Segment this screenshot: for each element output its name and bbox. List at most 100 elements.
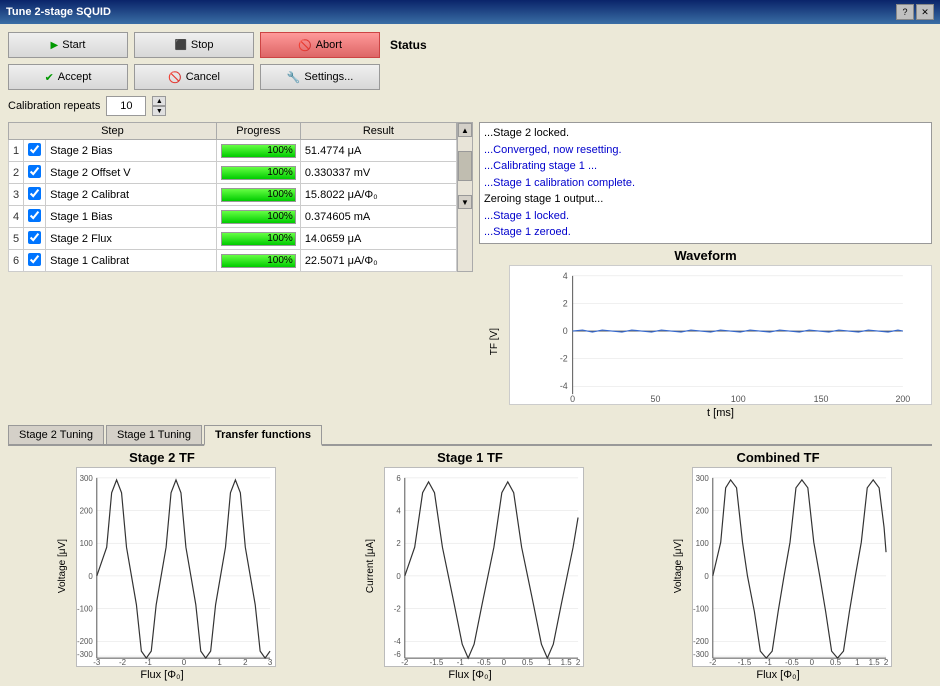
tab-stage2-tuning[interactable]: Stage 2 Tuning <box>8 425 104 444</box>
spinner-down[interactable]: ▼ <box>152 106 166 116</box>
row-name: Stage 1 Bias <box>46 206 217 228</box>
row-checkbox-cell <box>24 184 46 206</box>
svg-text:100: 100 <box>80 539 94 548</box>
row-checkbox[interactable] <box>28 231 41 244</box>
stage1-tf-title: Stage 1 TF <box>437 450 503 465</box>
svg-text:1.5: 1.5 <box>869 658 881 667</box>
cancel-icon: 🚫 <box>168 71 182 84</box>
stage2-tf-container: Stage 2 TF Voltage [μV] <box>12 450 312 681</box>
svg-text:0: 0 <box>704 571 709 580</box>
svg-text:-0.5: -0.5 <box>785 658 799 667</box>
settings-button[interactable]: 🔧 Settings... <box>260 64 380 90</box>
waveform-y-label: TF [V] <box>489 328 500 355</box>
row-checkbox[interactable] <box>28 143 41 156</box>
main-content: ▶ Start ⬛ Stop 🚫 Abort Status ✔ Accept 🚫… <box>0 24 940 686</box>
svg-text:1.5: 1.5 <box>561 658 573 667</box>
svg-text:6: 6 <box>396 473 401 482</box>
close-button[interactable]: ✕ <box>916 4 934 20</box>
waveform-section: Waveform TF [V] <box>479 248 932 419</box>
calibration-repeats-input[interactable] <box>106 96 146 116</box>
row-name: Stage 2 Calibrat <box>46 184 217 206</box>
row-progress: 100% <box>216 184 300 206</box>
scroll-up-arrow[interactable]: ▲ <box>458 123 472 137</box>
svg-text:-1: -1 <box>765 658 773 667</box>
spinner-up[interactable]: ▲ <box>152 96 166 106</box>
row-checkbox[interactable] <box>28 253 41 266</box>
svg-text:100: 100 <box>696 539 710 548</box>
waveform-chart: 4 2 0 -2 -4 0 50 100 150 200 <box>509 265 932 405</box>
svg-text:-1: -1 <box>457 658 465 667</box>
scroll-thumb[interactable] <box>458 151 472 181</box>
stage1-tf-chart-row: Current [μA] <box>356 467 584 667</box>
svg-text:-1: -1 <box>145 658 153 667</box>
row-result: 22.5071 μA/Φ₀ <box>300 250 456 272</box>
svg-text:100: 100 <box>731 394 746 404</box>
row-checkbox-cell <box>24 162 46 184</box>
scroll-down-arrow[interactable]: ▼ <box>458 195 472 209</box>
svg-text:200: 200 <box>895 394 910 404</box>
svg-text:0.5: 0.5 <box>830 658 842 667</box>
row-checkbox-cell <box>24 228 46 250</box>
stage2-x-label: Flux [Φ₀] <box>140 669 183 681</box>
row-name: Stage 1 Calibrat <box>46 250 217 272</box>
svg-text:0: 0 <box>182 658 187 667</box>
status-line: Zeroing stage 1 output... <box>484 191 927 208</box>
toolbar: ▶ Start ⬛ Stop 🚫 Abort Status <box>8 32 932 58</box>
row-num: 4 <box>9 206 24 228</box>
svg-text:-6: -6 <box>394 650 402 659</box>
table-scrollbar[interactable]: ▲ ▼ <box>457 122 473 272</box>
svg-text:1: 1 <box>855 658 860 667</box>
svg-text:-200: -200 <box>77 637 93 646</box>
help-button[interactable]: ? <box>896 4 914 20</box>
svg-text:0: 0 <box>396 571 401 580</box>
start-button[interactable]: ▶ Start <box>8 32 128 58</box>
accept-button[interactable]: ✔ Accept <box>8 64 128 90</box>
combined-tf-chart-row: Voltage [μV] <box>664 467 892 667</box>
table-wrapper: Step Progress Result 1 Stage 2 Bias 100% <box>8 122 473 272</box>
svg-text:-1.5: -1.5 <box>738 658 752 667</box>
stage1-y-label: Current [μA] <box>365 539 376 593</box>
status-line: ...Stage 1 calibration complete. <box>484 175 927 192</box>
tab-stage1-tuning[interactable]: Stage 1 Tuning <box>106 425 202 444</box>
svg-text:-2: -2 <box>394 604 401 613</box>
svg-text:-2: -2 <box>401 658 408 667</box>
row-name: Stage 2 Bias <box>46 140 217 162</box>
abort-button[interactable]: 🚫 Abort <box>260 32 380 58</box>
row-num: 3 <box>9 184 24 206</box>
svg-text:4: 4 <box>396 506 401 515</box>
svg-text:0: 0 <box>502 658 507 667</box>
title-bar: Tune 2-stage SQUID ? ✕ <box>0 0 940 24</box>
svg-text:2: 2 <box>576 658 580 667</box>
stop-button[interactable]: ⬛ Stop <box>134 32 254 58</box>
svg-text:-100: -100 <box>693 604 709 613</box>
svg-text:-0.5: -0.5 <box>477 658 491 667</box>
row-checkbox[interactable] <box>28 165 41 178</box>
play-icon: ▶ <box>51 40 59 51</box>
abort-icon: 🚫 <box>298 39 312 52</box>
svg-text:-2: -2 <box>119 658 126 667</box>
row-checkbox[interactable] <box>28 187 41 200</box>
combined-x-label: Flux [Φ₀] <box>756 669 799 681</box>
tf-charts: Stage 2 TF Voltage [μV] <box>12 450 928 681</box>
svg-text:-2: -2 <box>560 353 568 363</box>
stage1-tf-svg: 6 4 2 0 -2 -4 -6 -2 -1.5 -1 -0.5 <box>384 467 584 667</box>
svg-text:-3: -3 <box>93 658 101 667</box>
status-section: ...Stage 2 locked....Converged, now rese… <box>479 122 932 244</box>
combined-tf-svg: 300 200 100 0 -100 -200 -300 -2 -1.5 -1 <box>692 467 892 667</box>
calibration-row: Calibration repeats ▲ ▼ <box>8 96 932 116</box>
svg-text:300: 300 <box>696 473 710 482</box>
stage2-tf-svg: 300 200 100 0 -100 -200 -300 -3 -2 -1 0 <box>76 467 276 667</box>
row-checkbox-cell <box>24 206 46 228</box>
tab-transfer-functions[interactable]: Transfer functions <box>204 425 322 446</box>
status-line: ...Calibrating stage 1 ... <box>484 158 927 175</box>
middle-section: Step Progress Result 1 Stage 2 Bias 100% <box>8 122 932 419</box>
status-line: ...Stage 1 locked. <box>484 208 927 225</box>
tabs-header: Stage 2 Tuning Stage 1 Tuning Transfer f… <box>8 425 932 446</box>
combined-tf-title: Combined TF <box>736 450 819 465</box>
svg-text:-4: -4 <box>560 381 568 391</box>
status-label: Status <box>390 38 427 52</box>
settings-icon: 🔧 <box>287 71 301 84</box>
cancel-button[interactable]: 🚫 Cancel <box>134 64 254 90</box>
svg-text:0: 0 <box>88 571 93 580</box>
row-checkbox[interactable] <box>28 209 41 222</box>
